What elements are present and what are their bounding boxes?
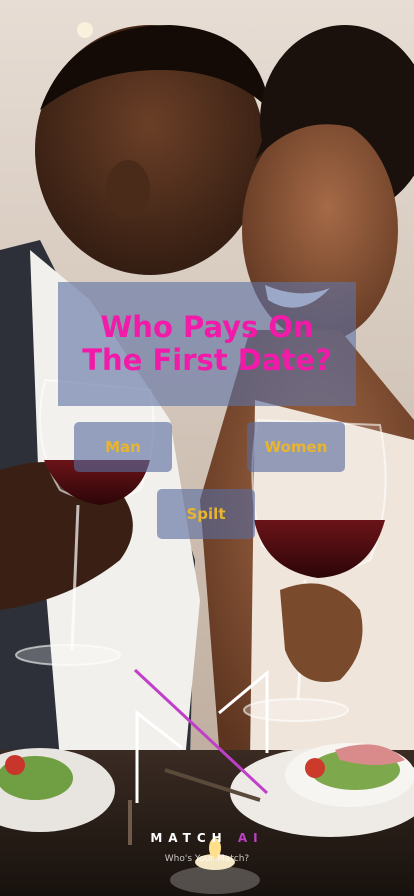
brand-name-main: MATCH [150,831,228,845]
brand-name: MATCH AI [0,831,414,845]
option-man-button[interactable]: Man [74,422,172,472]
poll-question: Who Pays On The First Date? [82,310,332,377]
option-split-button[interactable]: Spilt [157,489,255,539]
brand-block: MATCH AI Who's Your Match? [0,668,414,868]
brand-name-suffix: AI [237,831,264,845]
poll-question-panel: Who Pays On The First Date? [58,282,356,406]
match-ai-logo-icon [133,668,269,803]
brand-tagline: Who's Your Match? [164,854,250,864]
option-women-button[interactable]: Women [247,422,345,472]
